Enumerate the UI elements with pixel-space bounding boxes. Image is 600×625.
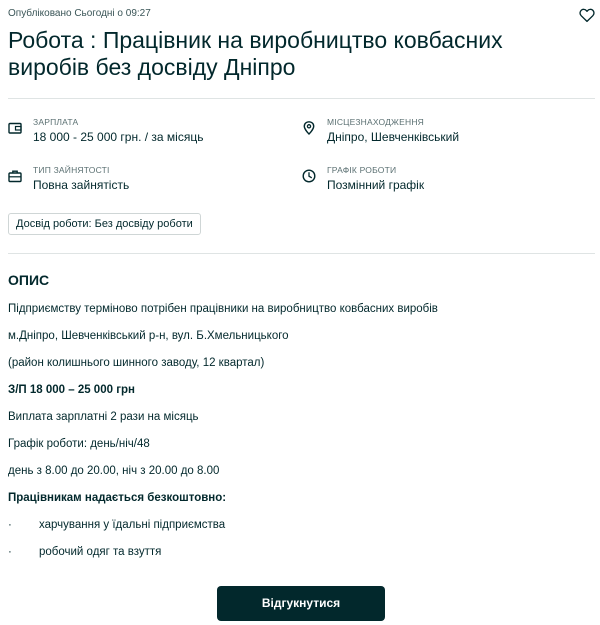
benefits-heading: Працівникам надається безкоштовно: bbox=[8, 492, 227, 504]
description-line: Підприємству терміново потрібен працівни… bbox=[8, 303, 438, 315]
salary-label: ЗАРПЛАТА bbox=[33, 117, 79, 127]
location-value: Дніпро, Шевченківський bbox=[327, 130, 460, 144]
schedule-value: Позмінний графік bbox=[327, 178, 425, 192]
briefcase-icon bbox=[8, 170, 22, 183]
bullet-marker: · bbox=[8, 546, 12, 558]
published-date: Опубліковано Сьогодні о 09:27 bbox=[8, 8, 151, 19]
heart-outline-icon[interactable] bbox=[578, 6, 596, 24]
employment-type-label: ТИП ЗАЙНЯТОСТІ bbox=[33, 165, 110, 175]
description-line: Графік роботи: день/ніч/48 bbox=[8, 438, 150, 450]
bullet-marker: · bbox=[8, 519, 12, 531]
apply-button[interactable]: Відгукнутися bbox=[217, 586, 385, 621]
experience-tag: Досвід роботи: Без досвіду роботи bbox=[8, 213, 201, 235]
description-line: день з 8.00 до 20.00, ніч з 20.00 до 8.0… bbox=[8, 465, 220, 477]
list-item: робочий одяг та взуття bbox=[39, 546, 162, 558]
wallet-icon bbox=[8, 122, 22, 134]
salary-value: 18 000 - 25 000 грн. / за місяць bbox=[33, 130, 204, 144]
description-line: (район колишнього шинного заводу, 12 ква… bbox=[8, 357, 265, 369]
clock-icon bbox=[302, 169, 316, 183]
location-label: МІСЦЕЗНАХОДЖЕННЯ bbox=[327, 117, 424, 127]
divider bbox=[8, 98, 595, 99]
schedule-label: ГРАФІК РОБОТИ bbox=[327, 165, 397, 175]
salary-line: З/П 18 000 – 25 000 грн bbox=[8, 384, 135, 396]
description-heading: ОПИС bbox=[8, 272, 50, 288]
divider bbox=[8, 253, 595, 254]
page-title: Робота : Працівник на виробництво ковбас… bbox=[8, 27, 503, 80]
employment-type-value: Повна зайнятість bbox=[33, 178, 130, 192]
list-item: харчування у їдальні підприємства bbox=[39, 519, 226, 531]
description-line: м.Дніпро, Шевченківський р-н, вул. Б.Хме… bbox=[8, 330, 289, 342]
location-pin-icon bbox=[303, 121, 315, 135]
description-line: Виплата зарплатні 2 рази на місяць bbox=[8, 411, 199, 423]
